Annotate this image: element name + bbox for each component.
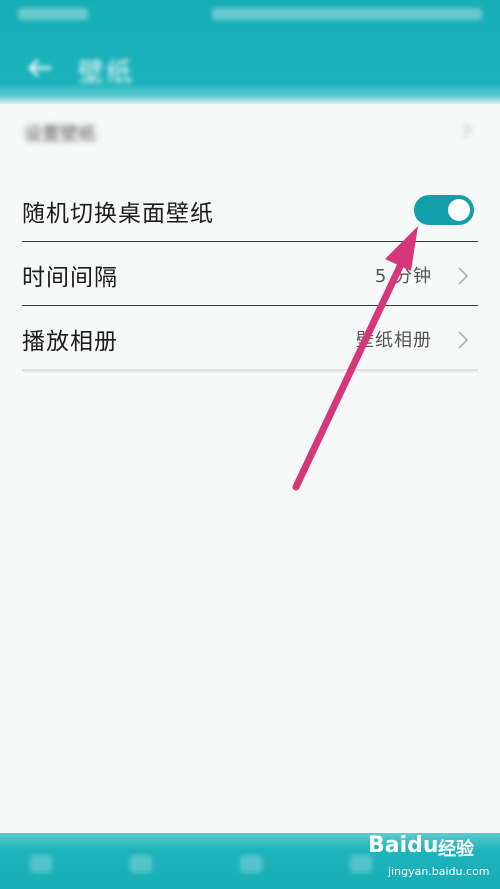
back-arrow-icon[interactable]	[26, 58, 52, 78]
time-interval-row[interactable]: 时间间隔 5 分钟	[0, 242, 500, 306]
random-wallpaper-toggle[interactable]	[414, 195, 474, 225]
watermark-logo: Baidu	[368, 833, 439, 858]
set-wallpaper-row[interactable]: 设置壁纸	[0, 106, 500, 158]
set-wallpaper-label: 设置壁纸	[24, 124, 96, 145]
baidu-jingyan-watermark: Baidu 经验 jingyan.baidu.com	[368, 833, 490, 883]
time-interval-label: 时间间隔	[22, 265, 118, 291]
chevron-right-icon	[458, 267, 469, 285]
chevron-right-icon	[458, 331, 469, 349]
time-interval-value: 5 分钟	[374, 266, 432, 287]
play-album-row[interactable]: 播放相册 壁纸相册	[0, 306, 500, 370]
play-album-label: 播放相册	[22, 329, 118, 355]
watermark-jingyan: 经验	[438, 839, 474, 860]
nav-icon	[240, 855, 262, 873]
status-bar	[0, 0, 500, 32]
list-bottom-shadow	[22, 369, 478, 373]
random-wallpaper-row[interactable]: 随机切换桌面壁纸	[0, 178, 500, 242]
carrier-text	[18, 8, 88, 20]
play-album-value: 壁纸相册	[356, 330, 432, 351]
page-title: 壁纸	[78, 58, 135, 88]
status-icons	[212, 8, 482, 20]
bottom-bar: Baidu 经验 jingyan.baidu.com	[0, 833, 500, 889]
nav-icon	[130, 855, 152, 873]
watermark-domain: jingyan.baidu.com	[388, 865, 490, 878]
app-header: 壁纸	[0, 0, 500, 104]
nav-icon	[30, 855, 52, 873]
paw-icon: du	[407, 833, 439, 858]
toggle-knob	[448, 199, 470, 221]
chevron-right-icon	[463, 123, 472, 137]
random-wallpaper-label: 随机切换桌面壁纸	[22, 201, 214, 227]
